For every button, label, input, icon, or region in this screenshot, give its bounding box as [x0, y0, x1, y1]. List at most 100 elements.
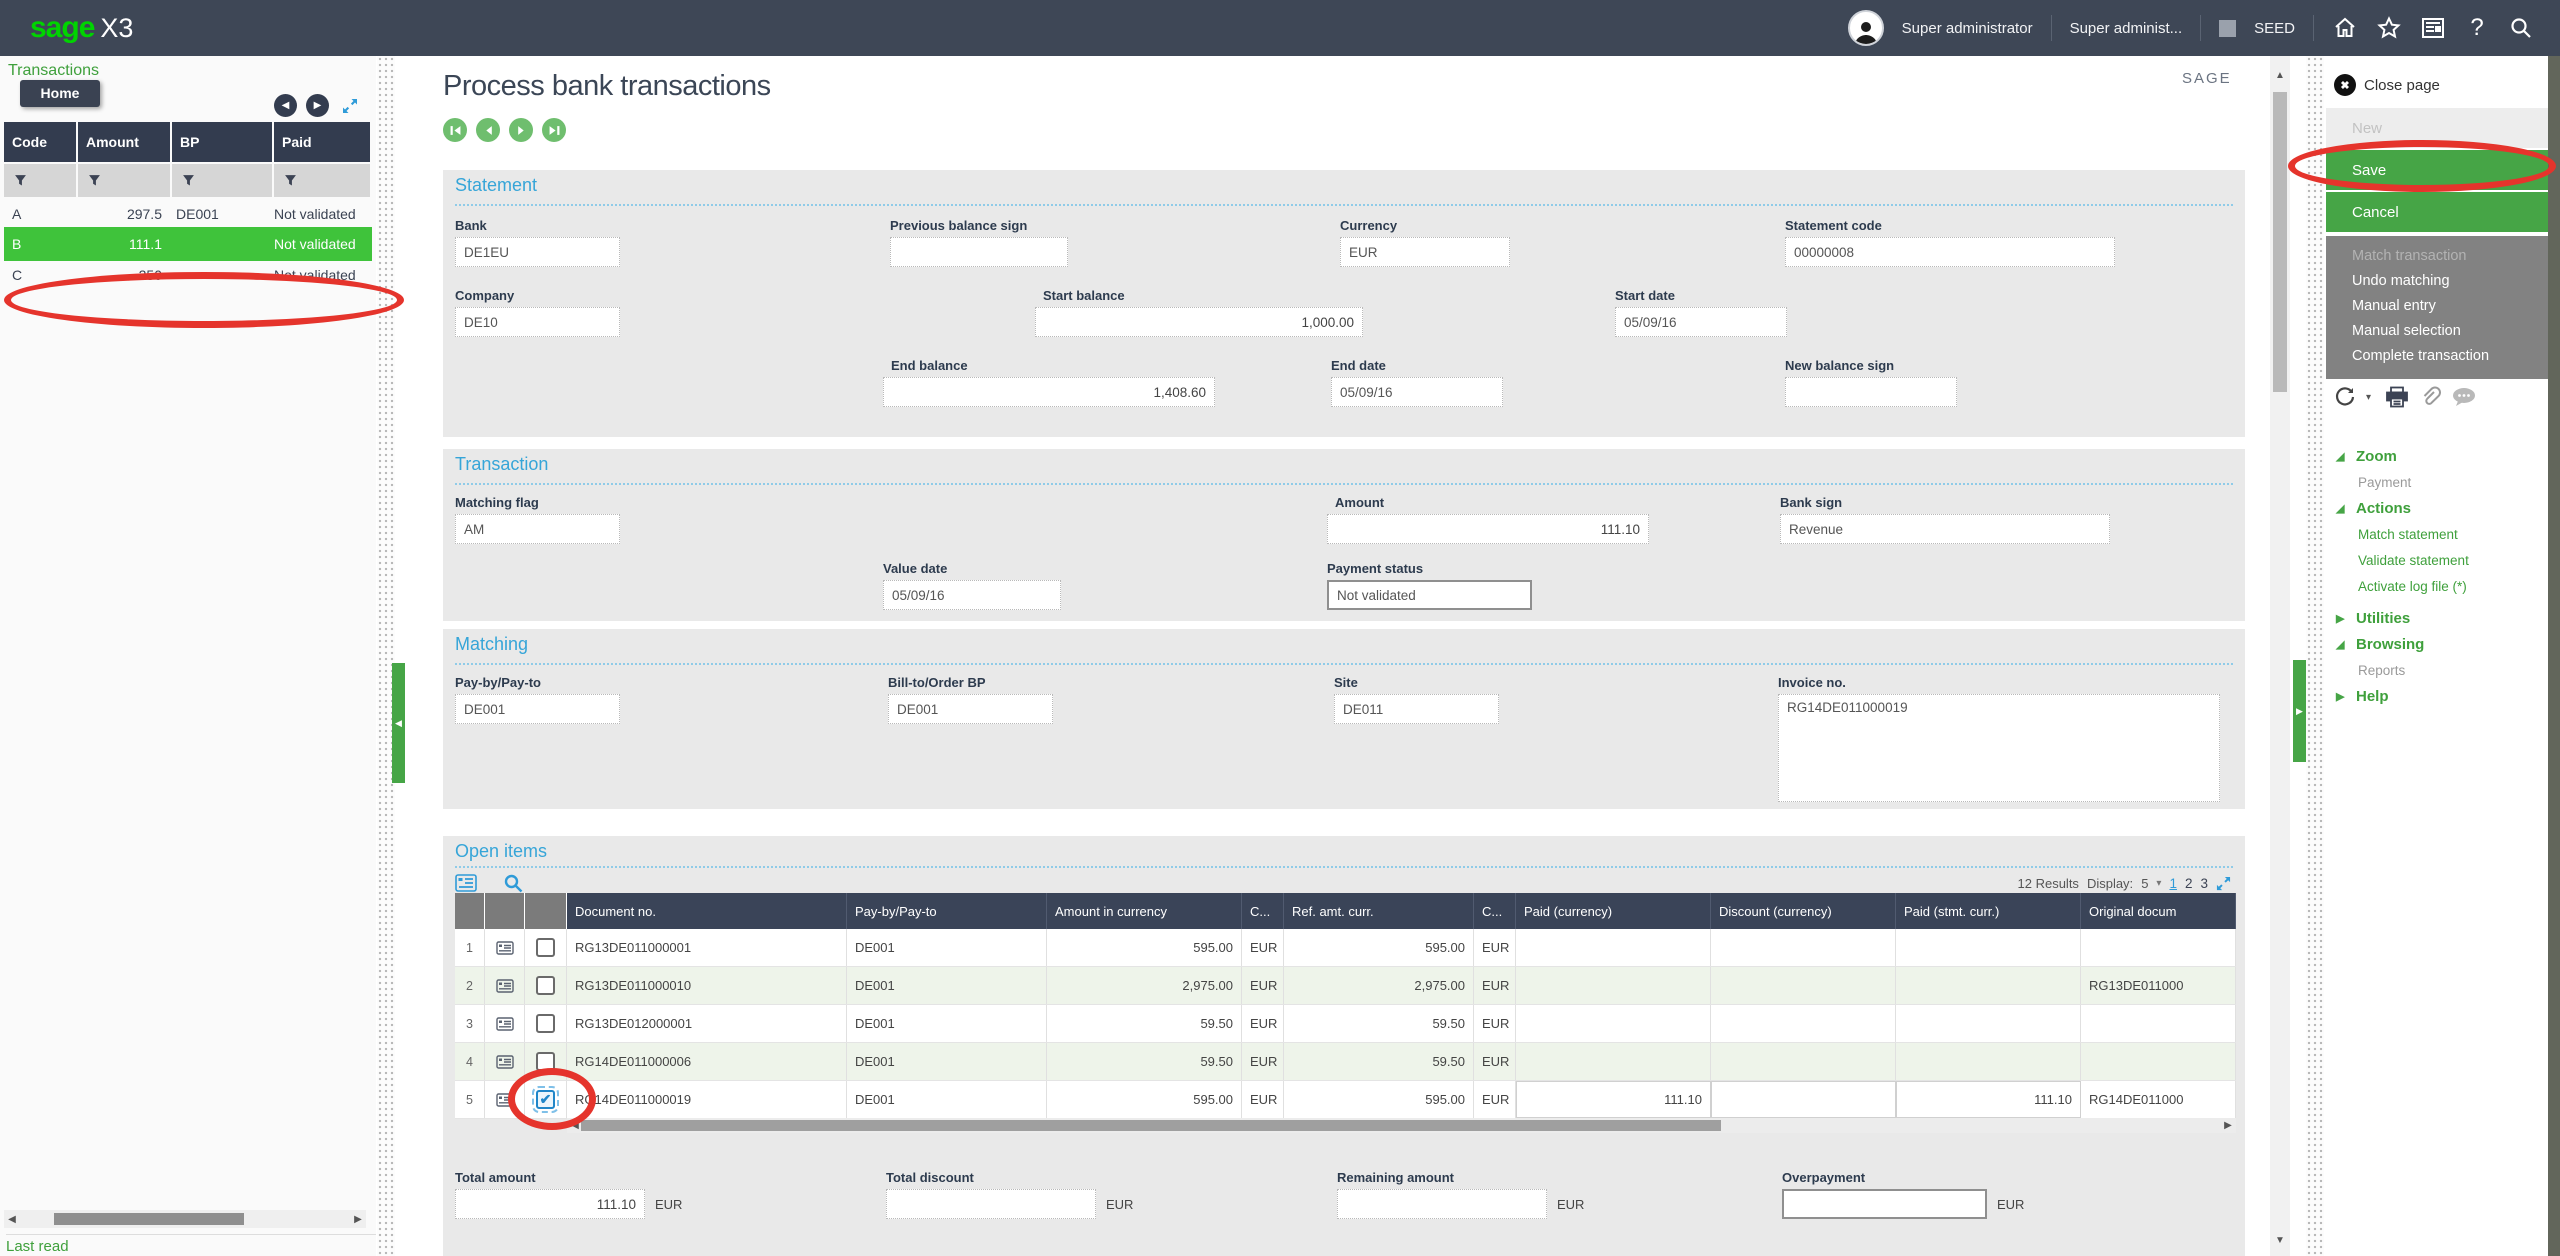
undo-matching-button[interactable]: Undo matching: [2352, 269, 2548, 294]
menu-section-utilities[interactable]: ▶Utilities: [2336, 606, 2469, 632]
right-splitter[interactable]: [2306, 56, 2324, 1256]
previous-balance-sign-input[interactable]: [890, 237, 1068, 267]
complete-transaction-button[interactable]: Complete transaction: [2352, 344, 2548, 369]
open-item-row-selected[interactable]: 5 ✔ RG14DE011000019 DE001 595.00 EUR 595…: [455, 1081, 2236, 1119]
save-button[interactable]: Save: [2326, 150, 2548, 190]
scrollbar-thumb[interactable]: [581, 1120, 1721, 1131]
next-record-icon[interactable]: [509, 118, 533, 142]
page-2-link[interactable]: 2: [2185, 876, 2193, 891]
table-search-icon[interactable]: [503, 873, 523, 893]
company-input[interactable]: DE10: [455, 307, 620, 337]
user-name[interactable]: Super administrator: [1902, 20, 2033, 37]
filter-funnel-icon[interactable]: [78, 164, 170, 197]
invoice-no-textarea[interactable]: RG14DE011000019: [1778, 694, 2220, 802]
open-item-row[interactable]: 1 RG13DE011000001 DE001 595.00 EUR 595.0…: [455, 929, 2236, 967]
row-select-checkbox[interactable]: [536, 1014, 555, 1033]
display-page-size[interactable]: 5: [2141, 876, 2148, 891]
panel-prev-icon[interactable]: ◀: [274, 94, 297, 117]
column-header-discount[interactable]: Discount (currency): [1711, 893, 1896, 929]
scroll-up-icon[interactable]: ▲: [2270, 70, 2290, 81]
scroll-down-icon[interactable]: ▼: [2270, 1235, 2290, 1246]
matching-flag-input[interactable]: AM: [455, 514, 620, 544]
column-header-code[interactable]: Code: [4, 122, 76, 162]
overpayment-input[interactable]: [1782, 1189, 1987, 1219]
row-detail-icon[interactable]: [485, 1081, 525, 1118]
row-detail-icon[interactable]: [485, 1043, 525, 1080]
menu-section-browsing[interactable]: ◢Browsing: [2336, 632, 2469, 658]
bill-to-input[interactable]: DE001: [888, 694, 1053, 724]
manual-entry-button[interactable]: Manual entry: [2352, 294, 2548, 319]
pay-by-input[interactable]: DE001: [455, 694, 620, 724]
first-record-icon[interactable]: [443, 118, 467, 142]
open-item-row[interactable]: 4 RG14DE011000006 DE001 59.50 EUR 59.50 …: [455, 1043, 2236, 1081]
transaction-row-c[interactable]: C 250 Not validated: [4, 261, 372, 288]
column-header-original-doc[interactable]: Original docum: [2081, 893, 2236, 929]
main-vertical-scrollbar[interactable]: ▲ ▼: [2270, 56, 2290, 1256]
end-date-input[interactable]: 05/09/16: [1331, 377, 1503, 407]
cancel-button[interactable]: Cancel: [2326, 192, 2548, 232]
left-panel-horizontal-scrollbar[interactable]: ◀ ▶: [4, 1210, 366, 1228]
home-icon[interactable]: [2332, 15, 2358, 41]
open-item-row[interactable]: 2 RG13DE011000010 DE001 2,975.00 EUR 2,9…: [455, 967, 2236, 1005]
endpoint-name[interactable]: SEED: [2254, 20, 2295, 37]
page-1-link[interactable]: 1: [2169, 876, 2177, 891]
new-balance-sign-input[interactable]: [1785, 377, 1957, 407]
row-detail-icon[interactable]: [485, 1005, 525, 1042]
column-header-currency[interactable]: C...: [1242, 893, 1284, 929]
menu-section-actions[interactable]: ◢Actions: [2336, 496, 2469, 522]
end-balance-input[interactable]: 1,408.60: [883, 377, 1215, 407]
scrollbar-thumb[interactable]: [2273, 92, 2287, 392]
menu-section-zoom[interactable]: ◢Zoom: [2336, 444, 2469, 470]
bank-input[interactable]: DE1EU: [455, 237, 620, 267]
column-header-amount[interactable]: Amount in currency: [1047, 893, 1242, 929]
row-select-checkbox[interactable]: [536, 1052, 555, 1071]
column-header-document-no[interactable]: Document no.: [567, 893, 847, 929]
manual-selection-button[interactable]: Manual selection: [2352, 319, 2548, 344]
transaction-row-b-selected[interactable]: B 111.1 Not validated: [4, 227, 372, 261]
row-select-checkbox-checked[interactable]: ✔: [536, 1090, 555, 1109]
open-items-horizontal-scrollbar[interactable]: ◀ ▶: [567, 1118, 2236, 1133]
site-input[interactable]: DE011: [1334, 694, 1499, 724]
search-icon[interactable]: [2508, 15, 2534, 41]
print-icon[interactable]: [2385, 386, 2409, 408]
row-detail-icon[interactable]: [485, 967, 525, 1004]
display-dropdown-caret-icon[interactable]: ▾: [2156, 878, 2161, 889]
bank-sign-input[interactable]: Revenue: [1780, 514, 2110, 544]
menu-item-activate-log-file[interactable]: Activate log file (*): [2336, 574, 2469, 600]
menu-item-validate-statement[interactable]: Validate statement: [2336, 548, 2469, 574]
previous-record-icon[interactable]: [476, 118, 500, 142]
left-panel-collapse-handle[interactable]: ◀: [392, 663, 405, 783]
payment-status-input[interactable]: Not validated: [1327, 580, 1532, 610]
help-icon[interactable]: ?: [2464, 15, 2490, 41]
total-discount-input[interactable]: [886, 1189, 1096, 1219]
column-header-paid[interactable]: Paid: [274, 122, 370, 162]
filter-funnel-icon[interactable]: [4, 164, 76, 197]
statement-code-input[interactable]: 00000008: [1785, 237, 2115, 267]
filter-funnel-icon[interactable]: [274, 164, 370, 197]
scroll-left-icon[interactable]: ◀: [4, 1214, 20, 1225]
remaining-amount-input[interactable]: [1337, 1189, 1547, 1219]
page-3-link[interactable]: 3: [2200, 876, 2208, 891]
table-expand-icon[interactable]: [2216, 876, 2231, 891]
total-amount-input[interactable]: 111.10: [455, 1189, 645, 1219]
column-header-amount[interactable]: Amount: [78, 122, 170, 162]
row-detail-icon[interactable]: [485, 929, 525, 966]
open-item-row[interactable]: 3 RG13DE012000001 DE001 59.50 EUR 59.50 …: [455, 1005, 2236, 1043]
menu-item-payment[interactable]: Payment: [2336, 470, 2469, 496]
row-select-checkbox[interactable]: [536, 976, 555, 995]
last-record-icon[interactable]: [542, 118, 566, 142]
filter-funnel-icon[interactable]: [172, 164, 272, 197]
left-splitter[interactable]: [377, 56, 395, 1256]
refresh-dropdown-caret-icon[interactable]: ▾: [2366, 392, 2371, 403]
home-tab-tooltip[interactable]: Home: [20, 80, 100, 107]
start-balance-input[interactable]: 1,000.00: [1035, 307, 1363, 337]
paid-stmt-cell-input[interactable]: 111.10: [1896, 1081, 2081, 1118]
news-widget-icon[interactable]: [2420, 15, 2446, 41]
amount-input[interactable]: 111.10: [1327, 514, 1649, 544]
sage-x3-logo[interactable]: sage X3: [30, 11, 133, 45]
column-header-bp[interactable]: BP: [172, 122, 272, 162]
refresh-icon[interactable]: [2334, 386, 2356, 408]
column-header-ref-amount[interactable]: Ref. amt. curr.: [1284, 893, 1474, 929]
close-page-button[interactable]: ✖ Close page: [2334, 74, 2440, 96]
scrollbar-thumb[interactable]: [54, 1213, 244, 1225]
